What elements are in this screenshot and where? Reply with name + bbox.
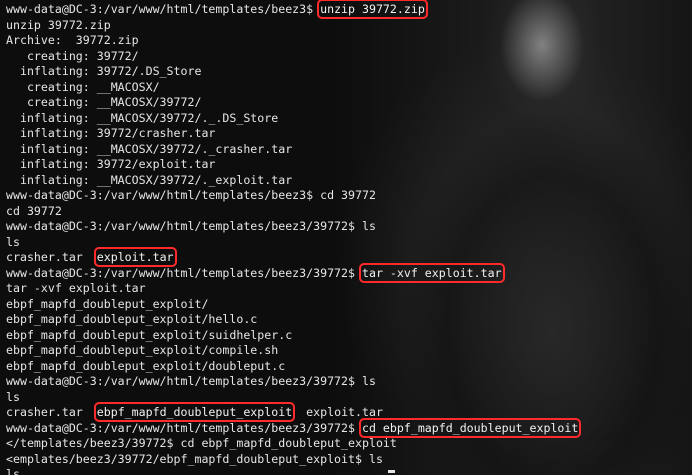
highlighted-command: tar -xvf exploit.tar	[358, 262, 505, 283]
highlighted-command: unzip 39772.zip	[317, 0, 428, 19]
terminal-text: ls	[6, 389, 20, 404]
terminal-text: ebpf_mapfd_doubleput_exploit/	[6, 296, 209, 311]
terminal-line: ebpf_mapfd_doubleput_exploit/	[6, 297, 686, 313]
terminal-line: Archive: 39772.zip	[6, 33, 686, 49]
terminal-line: ebpf_mapfd_doubleput_exploit/hello.c	[6, 312, 686, 328]
terminal-line: <emplates/beez3/39772/ebpf_mapfd_doublep…	[6, 452, 686, 468]
terminal-line: www-data@DC-3:/var/www/html/templates/be…	[6, 262, 686, 283]
terminal-line: www-data@DC-3:/var/www/html/templates/be…	[6, 417, 686, 438]
terminal-text: </templates/beez3/39772$ cd ebpf_mapfd_d…	[6, 436, 397, 450]
terminal-line: crasher.tar ebpf_mapfd_doubleput_exploit…	[6, 402, 686, 422]
terminal-line: unzip 39772.zip	[6, 18, 686, 34]
terminal-text: www-data@DC-3:/var/www/html/templates/be…	[6, 188, 376, 202]
terminal-line: ebpf_mapfd_doubleput_exploit/compile.sh	[6, 343, 686, 359]
terminal-text: inflating: __MACOSX/39772/._exploit.tar	[6, 172, 293, 187]
highlighted-command: cd ebpf_mapfd_doubleput_exploit	[358, 417, 582, 438]
terminal-text: unzip 39772.zip	[6, 17, 111, 32]
terminal-text: creating: 39772/	[6, 48, 139, 63]
terminal-line: creating: __MACOSX/	[6, 80, 686, 96]
terminal-text: www-data@DC-3:/var/www/html/templates/be…	[6, 374, 376, 388]
terminal-text: ebpf_mapfd_doubleput_exploit/suidhelper.…	[6, 327, 293, 342]
terminal-line: inflating: __MACOSX/39772/._crasher.tar	[6, 142, 686, 158]
terminal-line: ls	[6, 467, 686, 475]
terminal-text: crasher.tar	[6, 405, 97, 419]
terminal-text: ls	[6, 234, 20, 249]
terminal-output: www-data@DC-3:/var/www/html/templates/be…	[6, 0, 686, 475]
terminal-text: <emplates/beez3/39772/ebpf_mapfd_doublep…	[6, 451, 383, 466]
terminal-text: inflating: 39772/crasher.tar	[6, 126, 216, 140]
terminal-line: ls	[6, 235, 686, 251]
terminal-window[interactable]: www-data@DC-3:/var/www/html/templates/be…	[0, 0, 692, 475]
terminal-line: inflating: 39772/exploit.tar	[6, 157, 686, 173]
terminal-cursor	[388, 470, 395, 473]
terminal-text: inflating: __MACOSX/39772/._crasher.tar	[6, 141, 293, 156]
terminal-text: tar -xvf exploit.tar	[6, 281, 146, 295]
terminal-text: Archive: 39772.zip	[6, 33, 139, 47]
terminal-line: creating: 39772/	[6, 49, 686, 65]
terminal-line: www-data@DC-3:/var/www/html/templates/be…	[6, 188, 686, 204]
highlighted-command: exploit.tar	[93, 247, 177, 267]
terminal-line: ebpf_mapfd_doubleput_exploit/suidhelper.…	[6, 328, 686, 344]
terminal-text: inflating: 39772/exploit.tar	[6, 157, 216, 171]
highlighted-command: ebpf_mapfd_doubleput_exploit	[93, 402, 296, 422]
terminal-line: www-data@DC-3:/var/www/html/templates/be…	[6, 374, 686, 390]
terminal-line: creating: __MACOSX/39772/	[6, 95, 686, 111]
terminal-line: inflating: 39772/.DS_Store	[6, 64, 686, 80]
terminal-text: www-data@DC-3:/var/www/html/templates/be…	[6, 219, 376, 233]
terminal-line: inflating: 39772/crasher.tar	[6, 126, 686, 142]
terminal-line: inflating: __MACOSX/39772/._.DS_Store	[6, 111, 686, 127]
terminal-line: </templates/beez3/39772$ cd ebpf_mapfd_d…	[6, 436, 686, 452]
terminal-line: www-data@DC-3:/var/www/html/templates/be…	[6, 219, 686, 235]
terminal-text: ebpf_mapfd_doubleput_exploit/compile.sh	[6, 343, 279, 357]
terminal-text: www-data@DC-3:/var/www/html/templates/be…	[6, 420, 362, 435]
terminal-text: creating: __MACOSX/39772/	[6, 95, 202, 109]
terminal-line: crasher.tar exploit.tar	[6, 247, 686, 267]
terminal-text: exploit.tar	[292, 405, 383, 419]
terminal-line: ebpf_mapfd_doubleput_exploit/doubleput.c	[6, 359, 686, 375]
terminal-text: www-data@DC-3:/var/www/html/templates/be…	[6, 265, 362, 280]
terminal-text: creating: __MACOSX/	[6, 79, 160, 94]
terminal-line: tar -xvf exploit.tar	[6, 281, 686, 297]
terminal-text: crasher.tar	[6, 250, 97, 264]
terminal-line: www-data@DC-3:/var/www/html/templates/be…	[6, 0, 686, 19]
terminal-line: inflating: __MACOSX/39772/._exploit.tar	[6, 173, 686, 189]
terminal-text: inflating: __MACOSX/39772/._.DS_Store	[6, 110, 279, 125]
terminal-text: ebpf_mapfd_doubleput_exploit/doubleput.c	[6, 358, 286, 373]
terminal-text: ebpf_mapfd_doubleput_exploit/hello.c	[6, 312, 258, 326]
terminal-text: www-data@DC-3:/var/www/html/templates/be…	[6, 2, 321, 16]
terminal-line: cd 39772	[6, 204, 686, 220]
terminal-text: cd 39772	[6, 203, 62, 218]
terminal-text: inflating: 39772/.DS_Store	[6, 64, 202, 78]
terminal-text: ls	[6, 467, 20, 475]
terminal-line: ls	[6, 390, 686, 406]
